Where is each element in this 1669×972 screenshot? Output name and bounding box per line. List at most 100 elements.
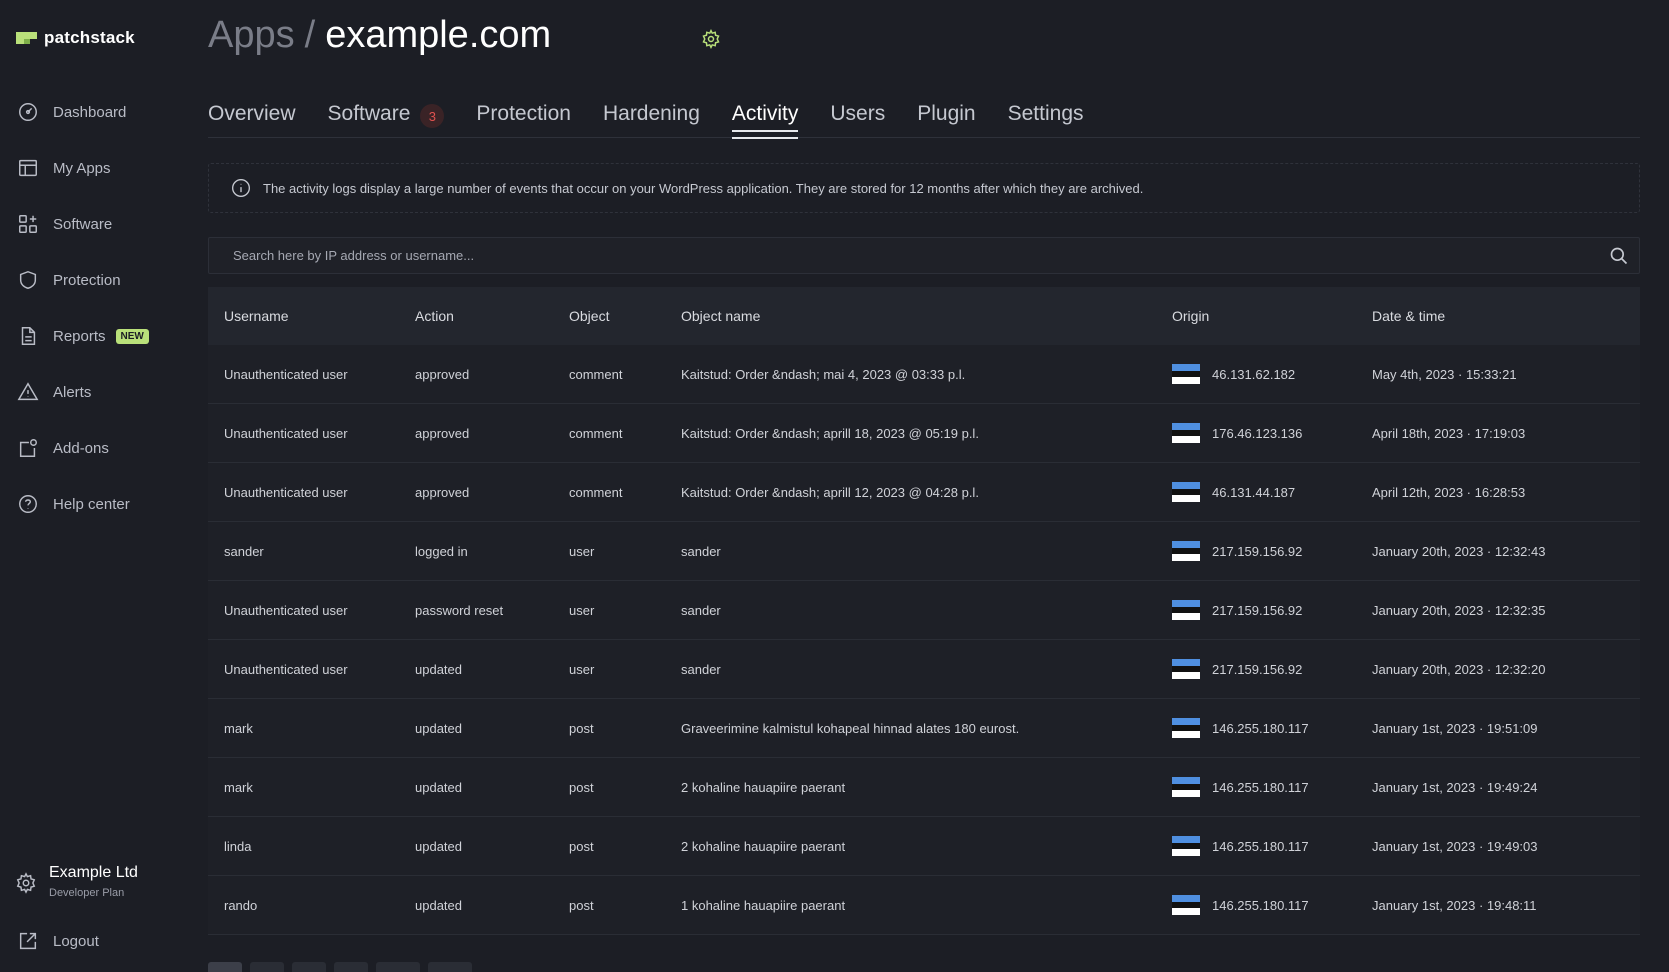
column-header-action[interactable]: Action [415,308,569,324]
addons-icon [19,439,37,457]
origin-ip: 146.255.180.117 [1212,720,1309,736]
sidebar-item-reports[interactable]: Reports NEW [0,308,190,364]
logout-button[interactable]: Logout [17,930,99,952]
origin-ip: 217.159.156.92 [1212,661,1303,677]
tab-settings[interactable]: Settings [1008,98,1084,138]
origin-ip: 46.131.44.187 [1212,484,1296,500]
search-bar [208,237,1640,274]
cell-date-time: January 1st, 2023 · 19:49:24 [1372,779,1538,795]
sidebar-item-add-ons[interactable]: Add-ons [0,420,190,476]
origin-ip: 146.255.180.117 [1212,838,1309,854]
table-row[interactable]: Unauthenticated user approved comment Kaits… [208,463,1640,522]
cell-origin: 146.255.180.117 [1172,777,1372,798]
country-flag-icon [1172,659,1200,680]
tab-label: Overview [208,102,296,125]
country-flag-icon [1172,364,1200,385]
cell-object-name: 2 kohaline hauapiire paerant [681,838,846,854]
tab-plugin[interactable]: Plugin [917,98,975,138]
site-settings-gear-icon[interactable] [701,29,721,49]
column-header-object-name[interactable]: Object name [681,308,1172,324]
pagination [208,962,472,972]
page-button[interactable] [334,962,368,972]
column-header-object[interactable]: Object [569,308,681,324]
table-row[interactable]: mark updated post 2 kohaline hauapiire paer… [208,758,1640,817]
sidebar-item-label: Protection [53,271,121,289]
cell-object: post [569,720,594,736]
breadcrumb-apps[interactable]: Apps [208,14,295,57]
cell-username: sander [224,543,264,559]
origin-ip: 217.159.156.92 [1212,602,1303,618]
origin-ip: 146.255.180.117 [1212,897,1309,913]
sidebar-item-alerts[interactable]: Alerts [0,364,190,420]
cell-action: logged in [415,543,468,559]
origin-ip: 46.131.62.182 [1212,366,1296,382]
cell-date-time: January 1st, 2023 · 19:48:11 [1372,897,1537,913]
column-header-username[interactable]: Username [208,308,415,324]
origin-ip: 217.159.156.92 [1212,543,1303,559]
new-badge: NEW [115,328,149,344]
organization-switcher[interactable]: Example Ltd Developer Plan [15,864,138,899]
breadcrumb-separator: / [304,14,316,56]
patchstack-logo-icon [16,30,38,46]
sidebar-item-my-apps[interactable]: My Apps [0,140,190,196]
cell-object-name: Kaitstud: Order &ndash; mai 4, 2023 @ 03… [681,366,966,382]
search-icon[interactable] [1609,246,1629,266]
table-row[interactable]: Unauthenticated user updated user sander 217… [208,640,1640,699]
cell-date-time: May 4th, 2023 · 15:33:21 [1372,366,1517,382]
page-button[interactable] [292,962,326,972]
table-row[interactable]: Unauthenticated user approved comment Kaits… [208,345,1640,404]
country-flag-icon [1172,895,1200,916]
org-name: Example Ltd [49,864,138,881]
sidebar-item-help-center[interactable]: Help center [0,476,190,532]
sidebar-item-label: My Apps [53,159,111,177]
tab-activity[interactable]: Activity [731,98,799,139]
table-row[interactable]: sander logged in user sander 217.159.156.92 J… [208,522,1640,581]
tab-bar: Overview Software 3 Protection Hardening … [208,98,1640,139]
table-row[interactable]: Unauthenticated user approved comment Kaits… [208,404,1640,463]
cell-username: linda [224,838,252,854]
tab-protection[interactable]: Protection [476,98,571,138]
table-row[interactable]: mark updated post Graveerimine kalmistul ko… [208,699,1640,758]
sidebar-item-label: Dashboard [53,103,127,121]
cell-object: comment [569,484,623,500]
logo[interactable]: patchstack [16,28,135,48]
tab-label: Protection [476,102,571,125]
tab-label: Activity [731,102,799,125]
column-header-date-time[interactable]: Date & time [1372,308,1640,324]
info-text: The activity logs display a large number… [263,180,1144,196]
cell-username: Unauthenticated user [224,661,348,677]
tab-label: Settings [1007,102,1084,125]
page-button[interactable] [376,962,420,972]
tab-users[interactable]: Users [830,98,885,138]
tab-overview[interactable]: Overview [208,98,296,138]
breadcrumb-site: example.com [325,14,552,56]
cell-date-time: January 20th, 2023 · 12:32:35 [1372,602,1546,618]
help-icon [19,495,37,513]
page-button[interactable] [250,962,284,972]
page-button[interactable] [208,962,242,972]
tab-software[interactable]: Software 3 [328,98,445,138]
cell-action: approved [415,484,470,500]
info-icon [232,179,250,197]
software-count-badge: 3 [420,104,445,128]
sidebar-item-software[interactable]: Software [0,196,190,252]
search-input[interactable] [209,238,1609,273]
tab-hardening[interactable]: Hardening [603,98,700,138]
sidebar-item-protection[interactable]: Protection [0,252,190,308]
cell-object: post [569,838,594,854]
cell-username: Unauthenticated user [224,602,348,618]
sidebar-item-label: Alerts [53,383,92,401]
cell-username: mark [224,779,253,795]
page-button[interactable] [428,962,472,972]
cell-origin: 217.159.156.92 [1172,600,1372,621]
cell-object: user [569,661,595,677]
cell-username: Unauthenticated user [224,366,348,382]
cell-action: updated [415,838,462,854]
shield-icon [19,270,37,290]
gear-icon [16,872,36,894]
column-header-origin[interactable]: Origin [1172,308,1372,324]
table-row[interactable]: Unauthenticated user password reset user sa… [208,581,1640,640]
sidebar-item-dashboard[interactable]: Dashboard [0,84,190,140]
table-row[interactable]: linda updated post 2 kohaline hauapiire pae… [208,817,1640,876]
table-row[interactable]: rando updated post 1 kohaline hauapiire pae… [208,876,1640,935]
